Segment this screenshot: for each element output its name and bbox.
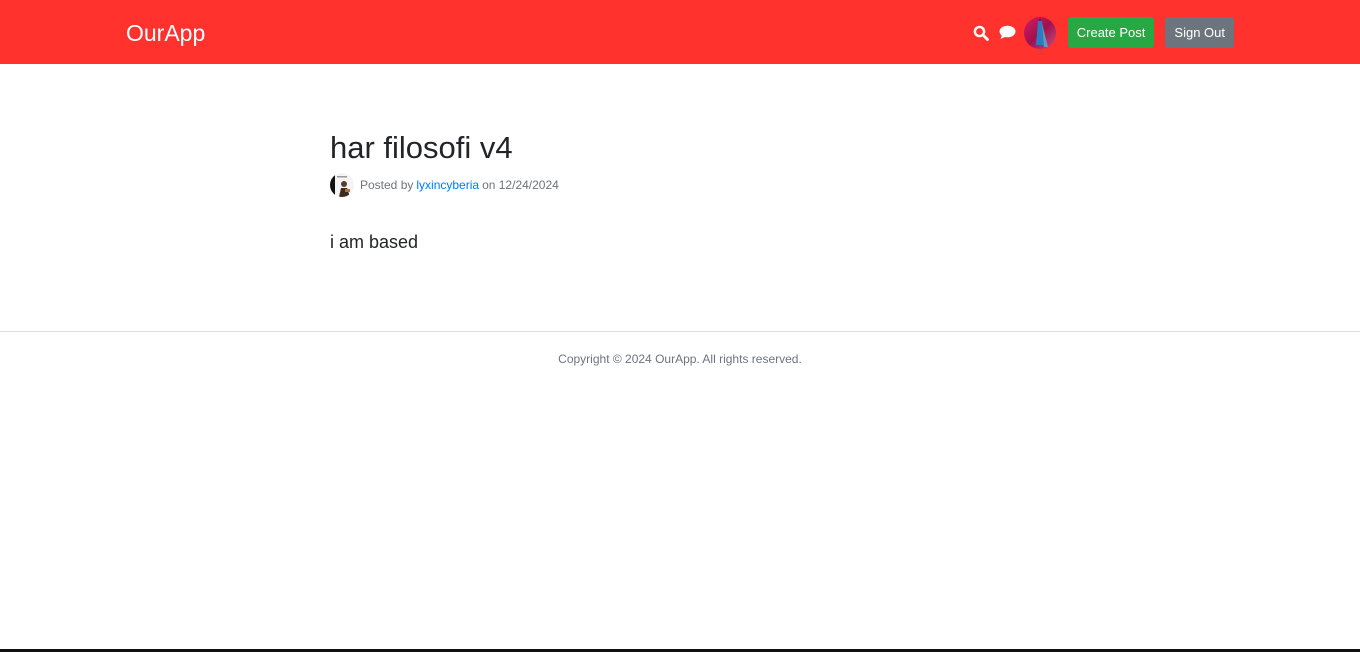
chat-icon[interactable] bbox=[997, 17, 1019, 48]
sign-out-button[interactable]: Sign Out bbox=[1165, 17, 1234, 48]
post-date: on 12/24/2024 bbox=[482, 178, 559, 192]
create-post-button[interactable]: Create Post bbox=[1067, 17, 1155, 48]
post-container: har filosofi v4 Posted by lyxincyberia o… bbox=[330, 128, 1030, 255]
header-actions: Create Post Sign Out bbox=[970, 16, 1234, 49]
footer-divider bbox=[0, 331, 1360, 332]
author-link[interactable]: lyxincyberia bbox=[416, 178, 479, 192]
top-navbar: OurApp Create Post Sign Out bbox=[0, 0, 1360, 64]
author-avatar[interactable] bbox=[330, 173, 354, 197]
post-meta: Posted by lyxincyberia on 12/24/2024 bbox=[330, 173, 1030, 197]
post-title: har filosofi v4 bbox=[330, 130, 513, 165]
search-icon[interactable] bbox=[970, 17, 992, 48]
posted-by-label: Posted by bbox=[360, 178, 414, 192]
post-body: i am based bbox=[330, 232, 419, 252]
brand-logo-link[interactable]: OurApp bbox=[126, 18, 205, 48]
user-avatar[interactable] bbox=[1023, 16, 1056, 49]
footer-copyright: Copyright © 2024 OurApp. All rights rese… bbox=[558, 352, 802, 366]
